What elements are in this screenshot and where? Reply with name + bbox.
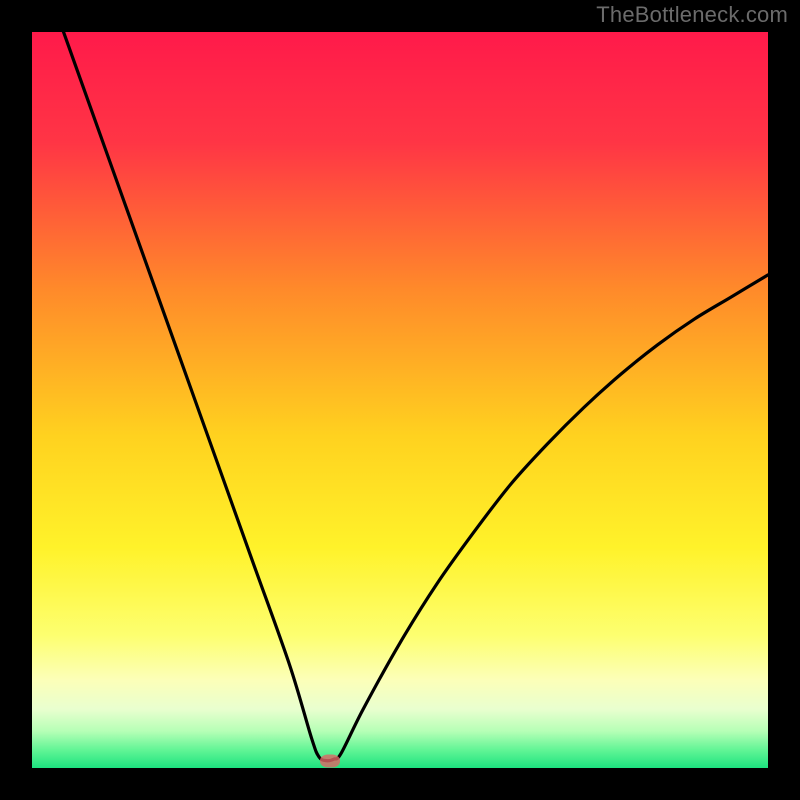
watermark-text: TheBottleneck.com bbox=[596, 2, 788, 28]
optimal-marker bbox=[320, 754, 340, 767]
plot-area bbox=[32, 32, 768, 768]
bottleneck-curve bbox=[32, 32, 768, 768]
chart-frame: TheBottleneck.com bbox=[0, 0, 800, 800]
